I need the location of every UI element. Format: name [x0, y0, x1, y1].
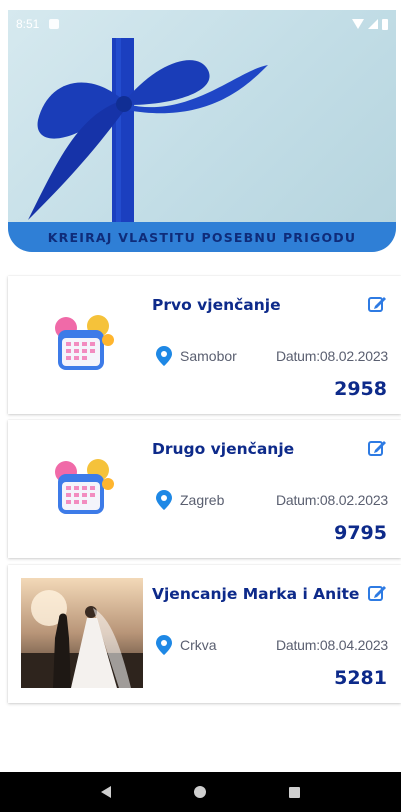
- event-date: Datum:08.04.2023: [276, 637, 388, 653]
- calendar-balloons-icon: [55, 459, 114, 514]
- wifi-icon: [352, 19, 364, 29]
- edit-icon[interactable]: [367, 294, 387, 314]
- navigation-bar: [0, 772, 401, 812]
- event-date: Datum:08.02.2023: [276, 348, 388, 364]
- event-location: Crkva: [180, 637, 217, 653]
- event-title: Drugo vjenčanje: [152, 440, 295, 458]
- event-title: Vjencanje Marka i Anite: [152, 585, 360, 603]
- event-location: Zagreb: [180, 492, 225, 508]
- wedding-photo: [21, 578, 143, 688]
- status-time: 8:51: [16, 17, 40, 31]
- edit-icon[interactable]: [367, 438, 387, 458]
- location-pin-icon: [156, 490, 172, 510]
- event-location: Samobor: [180, 348, 237, 364]
- header-banner: 8:51 KREIRAJ VLASTITU POSEBNU PRIGODU: [8, 10, 396, 252]
- event-code: 5281: [334, 667, 387, 689]
- back-icon[interactable]: [101, 786, 112, 798]
- calendar-balloons-icon: [55, 315, 114, 370]
- create-occasion-button[interactable]: KREIRAJ VLASTITU POSEBNU PRIGODU: [8, 222, 396, 252]
- location-pin-icon: [156, 346, 172, 366]
- battery-icon: [382, 18, 388, 30]
- gift-ribbon-image: [28, 38, 268, 252]
- event-card[interactable]: Prvo vjenčanje Samobor Datum:08.02.2023 …: [8, 276, 401, 414]
- signal-icon: [368, 19, 378, 29]
- home-icon[interactable]: [193, 786, 206, 798]
- recent-apps-icon[interactable]: [288, 786, 300, 798]
- sim-card-icon: [49, 19, 60, 29]
- event-title: Prvo vjenčanje: [152, 296, 281, 314]
- location-pin-icon: [156, 635, 172, 655]
- event-code: 9795: [334, 522, 387, 544]
- create-occasion-label: KREIRAJ VLASTITU POSEBNU PRIGODU: [47, 229, 357, 245]
- edit-icon[interactable]: [367, 583, 387, 603]
- event-card[interactable]: Vjencanje Marka i Anite Crkva Datum:08.0…: [8, 565, 401, 703]
- status-bar: 8:51: [8, 10, 396, 38]
- event-date: Datum:08.02.2023: [276, 492, 388, 508]
- event-card[interactable]: Drugo vjenčanje Zagreb Datum:08.02.2023 …: [8, 420, 401, 558]
- event-code: 2958: [334, 378, 387, 400]
